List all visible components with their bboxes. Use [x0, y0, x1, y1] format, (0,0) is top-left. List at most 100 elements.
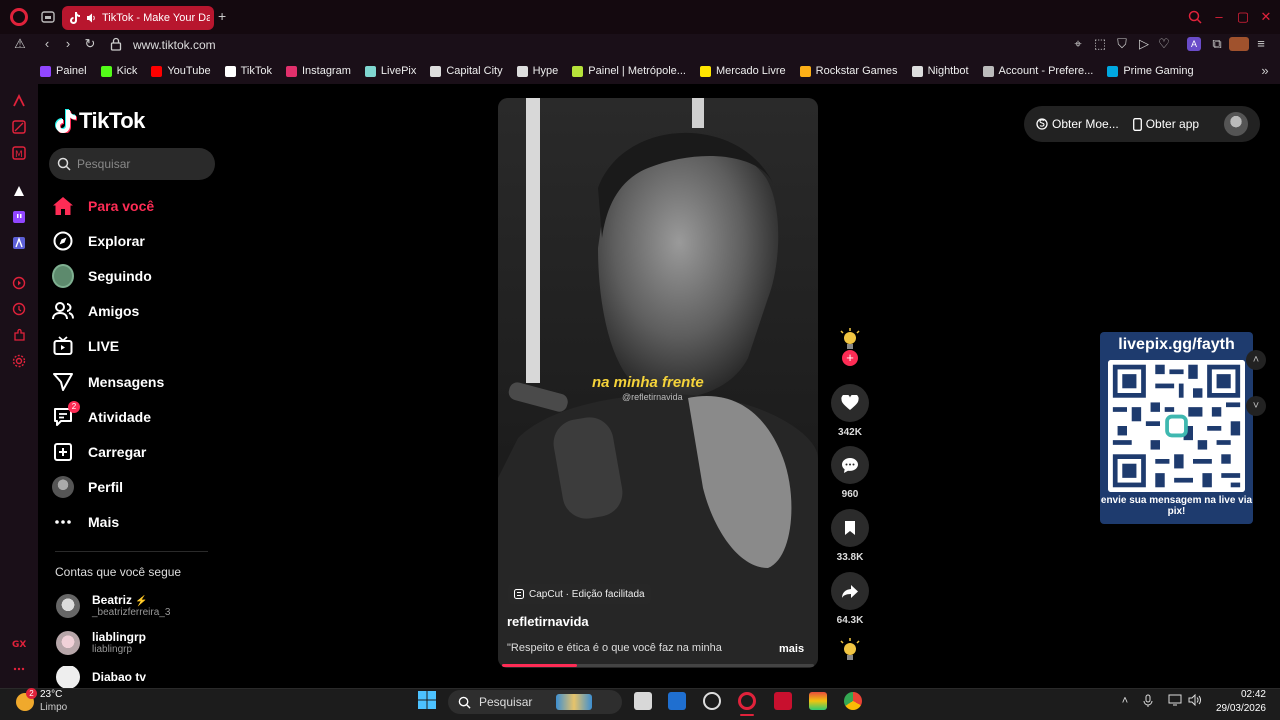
search-tabs-icon[interactable] [1188, 10, 1202, 24]
reload-button[interactable]: ↻ [83, 37, 97, 51]
bookmark-item[interactable]: Instagram [285, 65, 351, 77]
bookmark-item[interactable]: Nightbot [911, 65, 969, 77]
gx-logo-icon[interactable]: GX [12, 636, 26, 650]
bookmark-item[interactable]: TikTok [224, 65, 272, 77]
bookmark-item[interactable]: Painel | Metrópole... [572, 65, 686, 77]
lightning-icon: ⚡ [135, 596, 148, 607]
opera-logo-icon[interactable] [10, 8, 28, 26]
share-button[interactable]: 64.3K [831, 572, 869, 626]
windows-start-icon[interactable] [418, 691, 436, 709]
get-coins-button[interactable]: Obter Moe... [1036, 117, 1119, 131]
close-window-button[interactable]: ✕ [1259, 10, 1273, 24]
bookmarks-overflow-icon[interactable]: » [1258, 64, 1272, 78]
lock-icon[interactable] [110, 37, 124, 51]
messenger-sidebar-icon[interactable]: M [12, 146, 26, 160]
capcut-label: CapCut · Edição facilitada [529, 588, 645, 600]
opera-gx-taskbar-icon[interactable] [738, 692, 756, 710]
new-tab-button[interactable]: + [218, 9, 232, 23]
settings-sidebar-icon[interactable] [12, 354, 26, 368]
heart-bookmark-icon[interactable]: ♡ [1157, 37, 1171, 51]
search-input[interactable]: Pesquisar [49, 148, 215, 180]
clock-date[interactable]: 29/03/2026 [1214, 703, 1266, 714]
chrome-icon[interactable] [844, 692, 862, 710]
bookmark-item[interactable]: Hype [516, 65, 558, 77]
bookmark-item[interactable]: Rockstar Games [799, 65, 898, 77]
following-account[interactable]: liablingrp liablingrp [56, 630, 146, 655]
description-more-button[interactable]: mais [779, 643, 804, 655]
address-field[interactable]: www.tiktok.com [133, 38, 216, 52]
nav-mais[interactable]: Mais [52, 508, 119, 536]
aria-sidebar-icon[interactable] [12, 94, 26, 108]
forward-button[interactable]: › [61, 37, 75, 51]
microphone-icon[interactable] [1143, 694, 1157, 708]
capcut-tag[interactable]: CapCut · Edição facilitada [508, 584, 651, 604]
nav-perfil[interactable]: Perfil [52, 473, 123, 501]
scroll-down-button[interactable]: ˅ [1246, 396, 1266, 416]
bookmark-item[interactable]: Prime Gaming [1107, 65, 1194, 77]
like-button[interactable]: 342K [831, 384, 869, 438]
bookmark-item[interactable]: Mercado Livre [699, 65, 786, 77]
nav-live[interactable]: LIVE [52, 332, 119, 360]
nav-amigos[interactable]: Amigos [52, 297, 139, 325]
maximize-button[interactable]: ▢ [1236, 10, 1250, 24]
video-progress-bar[interactable] [502, 664, 814, 667]
minimize-button[interactable]: – [1212, 10, 1226, 24]
menu-icon[interactable]: ≡ [1254, 37, 1268, 51]
sidebar-more-icon[interactable] [12, 662, 26, 676]
music-disc[interactable] [831, 638, 869, 662]
bookmark-item[interactable]: Kick [100, 65, 137, 77]
nav-atividade[interactable]: 2 Atividade [52, 401, 151, 431]
network-icon[interactable] [1168, 694, 1182, 708]
bluestacks-icon[interactable] [809, 692, 827, 710]
extension-aria-icon[interactable]: A [1187, 37, 1201, 51]
volume-icon[interactable] [1188, 694, 1202, 708]
player-icon[interactable]: ▷ [1137, 37, 1151, 51]
nav-seguindo[interactable]: Seguindo [52, 262, 152, 290]
clock-time[interactable]: 02:42 [1240, 689, 1266, 700]
ai-sidebar-icon[interactable] [12, 184, 26, 198]
video-player[interactable]: na minha frente @refletirnavida CapCut ·… [498, 98, 818, 668]
bookmark-item[interactable]: Painel [40, 65, 87, 77]
creator-avatar[interactable]: + [831, 328, 869, 366]
following-account[interactable]: Beatriz ⚡ _beatrizferreira_3 [56, 593, 170, 618]
taskbar-search[interactable]: Pesquisar [448, 690, 622, 714]
pin-icon[interactable]: ⌖ [1071, 37, 1085, 51]
nav-mensagens[interactable]: Mensagens [52, 368, 164, 396]
steam-icon[interactable] [703, 692, 721, 710]
bookmark-item[interactable]: LivePix [364, 65, 416, 77]
get-app-button[interactable]: Obter app [1132, 117, 1199, 131]
shield-icon[interactable]: ⛉ [1115, 37, 1129, 51]
account-avatar-button[interactable] [1224, 112, 1248, 136]
tab-tiktok[interactable]: TikTok - Make Your Day [62, 6, 214, 30]
aria-extension-sidebar-icon[interactable] [12, 236, 26, 250]
bookmark-item[interactable]: Account - Prefere... [982, 65, 1093, 77]
player-sidebar-icon[interactable] [12, 276, 26, 290]
pinboard-icon[interactable] [12, 120, 26, 134]
history-sidebar-icon[interactable] [12, 302, 26, 316]
extensions-icon[interactable]: ⧉ [1210, 37, 1224, 51]
back-button[interactable]: ‹ [40, 37, 54, 51]
tray-overflow-icon[interactable]: ˄ [1118, 694, 1132, 708]
profile-picture-icon[interactable] [1229, 37, 1249, 51]
adobe-acrobat-icon[interactable] [774, 692, 792, 710]
save-button[interactable]: 33.8K [831, 509, 869, 563]
tiktok-logo[interactable]: TikTok [55, 108, 145, 134]
bookmark-item[interactable]: Capital City [430, 65, 503, 77]
tab-manager-icon[interactable] [41, 10, 55, 24]
following-account[interactable]: Diabao tv [56, 666, 146, 688]
bookmark-item[interactable]: YouTube [151, 65, 211, 77]
warning-icon[interactable]: ⚠ [13, 37, 27, 51]
comment-button[interactable]: 960 [831, 446, 869, 500]
video-author[interactable]: refletirnavida [507, 614, 589, 629]
outlook-icon[interactable] [668, 692, 686, 710]
snapshot-icon[interactable]: ⬚ [1093, 37, 1107, 51]
follow-plus-button[interactable]: + [842, 350, 858, 366]
nav-carregar[interactable]: Carregar [52, 438, 146, 466]
nav-para-voce[interactable]: Para você [52, 192, 154, 220]
task-view-icon[interactable] [634, 692, 652, 710]
scroll-up-button[interactable]: ˄ [1246, 350, 1266, 370]
nav-explorar[interactable]: Explorar [52, 227, 145, 255]
audio-playing-icon[interactable] [86, 13, 96, 23]
extensions-sidebar-icon[interactable] [12, 328, 26, 342]
twitch-sidebar-icon[interactable] [12, 210, 26, 224]
